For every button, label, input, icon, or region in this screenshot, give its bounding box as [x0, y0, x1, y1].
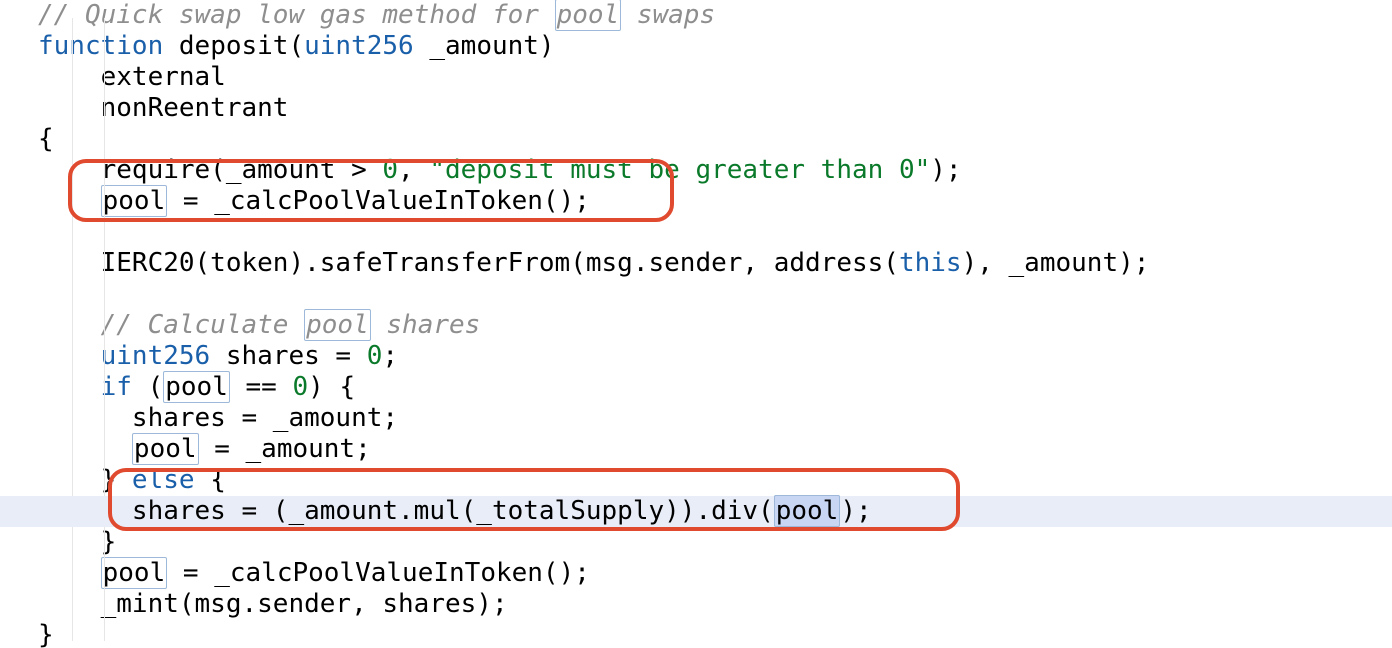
code-line: nonReentrant	[38, 93, 288, 123]
code-line: function deposit(uint256 _amount)	[38, 31, 555, 61]
pool-ref-icon: pool	[101, 557, 168, 589]
code-line: shares = _amount;	[38, 403, 398, 433]
code-line: IERC20(token).safeTransferFrom(msg.sende…	[38, 248, 1149, 278]
code-line-active: shares = (_amount.mul(_totalSupply)).div…	[38, 496, 1392, 527]
pool-ref-icon: pool	[132, 433, 199, 465]
code-line: _mint(msg.sender, shares);	[38, 589, 508, 619]
pool-ref-icon: pool	[163, 371, 230, 403]
code-line: // Quick swap low gas method for pool sw…	[38, 0, 715, 31]
code-line: uint256 shares = 0;	[38, 341, 398, 371]
code-line: }	[38, 620, 54, 648]
code-line: } else {	[38, 465, 226, 495]
code-line: pool = _amount;	[38, 433, 371, 465]
code-line: pool = _calcPoolValueInToken();	[38, 557, 590, 589]
code-block[interactable]: // Quick swap low gas method for pool sw…	[0, 0, 1392, 648]
code-line: {	[38, 124, 54, 154]
code-line: external	[38, 62, 226, 92]
pool-ref-selected-icon: pool	[774, 495, 841, 527]
code-line: pool = _calcPoolValueInToken();	[38, 185, 590, 217]
pool-ref-icon: pool	[555, 0, 622, 31]
pool-ref-icon: pool	[101, 185, 168, 217]
pool-ref-icon: pool	[304, 309, 371, 341]
code-line: require(_amount > 0, "deposit must be gr…	[38, 155, 962, 185]
code-line: if (pool == 0) {	[38, 371, 355, 403]
